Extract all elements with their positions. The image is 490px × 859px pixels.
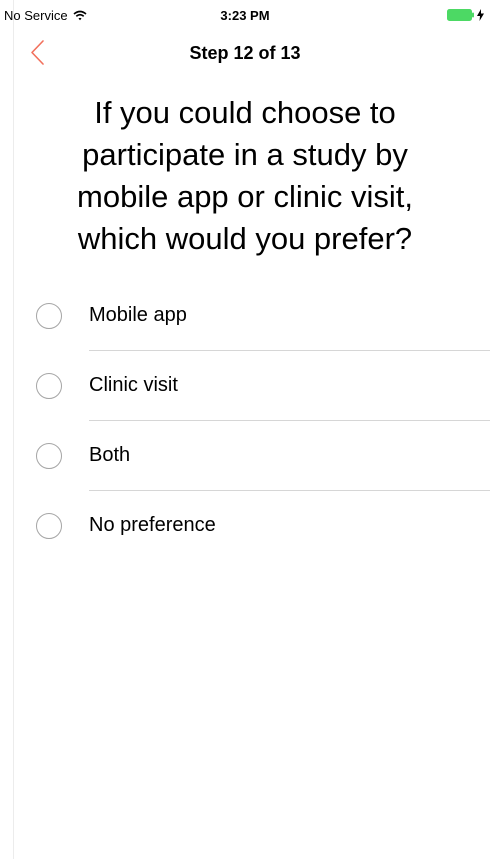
battery-group <box>447 9 484 21</box>
choice-label: Both <box>89 444 131 466</box>
choice-label: No preference <box>89 514 216 536</box>
choice-clinic-visit[interactable]: Clinic visit <box>0 351 490 421</box>
battery-icon <box>447 9 474 21</box>
status-bar: No Service 3:23 PM <box>0 0 490 32</box>
choice-mobile-app[interactable]: Mobile app <box>0 281 490 351</box>
radio-button[interactable] <box>36 373 62 399</box>
nav-title: Step 12 of 13 <box>189 43 301 63</box>
radio-button[interactable] <box>36 443 62 469</box>
navigation-bar: Step 12 of 13 <box>0 32 490 76</box>
choice-both[interactable]: Both <box>0 421 490 491</box>
status-time: 3:23 PM <box>220 8 270 23</box>
choice-label: Clinic visit <box>89 374 178 396</box>
bolt-icon <box>477 9 484 21</box>
radio-button[interactable] <box>36 303 62 329</box>
choice-no-preference[interactable]: No preference <box>0 491 490 561</box>
radio-button[interactable] <box>36 513 62 539</box>
question-title: If you could choose to participate in a … <box>77 95 413 256</box>
choice-label: Mobile app <box>89 304 187 326</box>
choice-list: Mobile app Clinic visit Both No preferen… <box>0 281 490 561</box>
